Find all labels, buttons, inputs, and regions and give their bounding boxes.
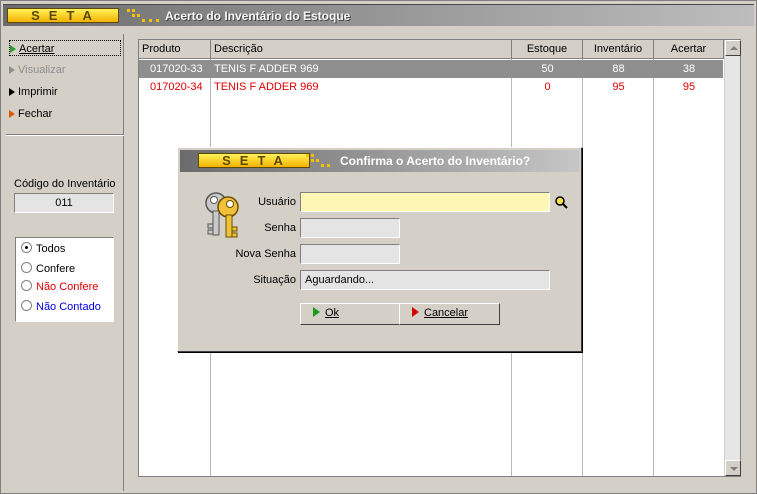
cancel-button-label: Cancelar — [424, 307, 469, 319]
menu-visualizar[interactable]: Visualizar — [9, 62, 121, 78]
inventory-code-label: Código do Inventário — [14, 178, 116, 190]
filter-nao-contado-label: Não Contado — [36, 301, 101, 313]
menu-fechar-label: Fechar — [18, 108, 53, 120]
menu-acertar[interactable]: Acertar — [9, 40, 121, 56]
inventory-code-field: 011 — [14, 193, 114, 213]
cell-acertar: 38 — [682, 63, 696, 75]
dialog-title: Confirma o Acerto do Inventário? — [340, 154, 531, 168]
situacao-label: Situação — [253, 274, 296, 286]
arrow-up-icon — [730, 46, 738, 50]
orange-triangle-icon — [9, 110, 15, 118]
seta-logo: SETA — [198, 153, 310, 168]
seta-logo: SETA — [7, 8, 119, 23]
filter-nao-contado[interactable]: Não Contado — [21, 299, 101, 315]
ok-button[interactable]: Ok — [300, 303, 400, 325]
cell-produto: 017020-33 — [150, 63, 203, 75]
column-header-acertar[interactable]: Acertar — [654, 40, 724, 59]
confirm-dialog: SETA Confirma o Acerto do Inventário? Us… — [177, 147, 582, 352]
sidebar: Acertar Visualizar Imprimir Fechar Códig… — [3, 34, 124, 491]
main-window: SETA Acerto do Inventário do Estoque Ace… — [0, 0, 757, 494]
radio-icon — [21, 280, 32, 291]
senha-label: Senha — [264, 222, 296, 234]
menu-visualizar-label: Visualizar — [18, 64, 66, 76]
scroll-down-button[interactable] — [725, 460, 741, 476]
cancel-button[interactable]: Cancelar — [399, 303, 500, 325]
cell-inventario: 88 — [612, 63, 625, 75]
column-header-descricao[interactable]: Descrição — [211, 40, 512, 59]
menu-acertar-label: Acertar — [19, 43, 55, 55]
green-triangle-icon — [313, 307, 320, 317]
filter-todos[interactable]: Todos — [21, 241, 65, 257]
senha-input[interactable] — [300, 218, 400, 238]
cell-descricao[interactable]: TENIS F ADDER 969 — [211, 78, 511, 96]
usuario-input[interactable] — [300, 192, 550, 212]
green-triangle-icon — [10, 45, 16, 53]
column-divider — [653, 40, 654, 476]
menu-fechar[interactable]: Fechar — [9, 106, 121, 122]
ok-button-label: Ok — [325, 307, 340, 319]
black-triangle-icon — [9, 88, 15, 96]
column-divider — [582, 40, 583, 476]
sidebar-divider — [6, 134, 124, 136]
radio-selected-icon — [21, 242, 32, 253]
cell-descricao: TENIS F ADDER 969 — [214, 63, 319, 75]
nova-senha-label: Nova Senha — [235, 248, 296, 260]
nova-senha-input[interactable] — [300, 244, 400, 264]
scroll-up-button[interactable] — [725, 40, 741, 56]
cell-estoque: 50 — [541, 63, 554, 75]
arrow-down-icon — [730, 467, 738, 471]
filter-todos-label: Todos — [36, 243, 66, 255]
vertical-scrollbar[interactable] — [724, 40, 741, 476]
radio-icon — [21, 300, 32, 311]
cell-inventario[interactable]: 95 — [583, 78, 654, 96]
filter-confere[interactable]: Confere — [21, 261, 75, 277]
cell-estoque[interactable]: 0 — [512, 78, 583, 96]
filter-radio-group: Todos Confere Não Confere Não Contado — [15, 237, 114, 322]
usuario-label: Usuário — [258, 196, 296, 208]
cell-acertar[interactable]: 95 — [654, 78, 724, 96]
column-header-produto[interactable]: Produto — [139, 40, 211, 59]
cell-produto[interactable]: 017020-34 — [147, 78, 211, 96]
column-header-inventario[interactable]: Inventário — [583, 40, 654, 59]
gray-triangle-icon — [9, 66, 15, 74]
red-triangle-icon — [412, 307, 419, 317]
radio-icon — [21, 262, 32, 273]
filter-nao-confere[interactable]: Não Confere — [21, 279, 98, 295]
menu-imprimir-label: Imprimir — [18, 86, 58, 98]
filter-confere-label: Confere — [36, 263, 76, 275]
title-bar: SETA Acerto do Inventário do Estoque — [3, 4, 754, 26]
filter-nao-confere-label: Não Confere — [36, 281, 99, 293]
dialog-title-bar: SETA Confirma o Acerto do Inventário? — [180, 150, 579, 172]
situacao-field: Aguardando... — [300, 270, 550, 290]
column-header-estoque[interactable]: Estoque — [512, 40, 583, 59]
window-title: Acerto do Inventário do Estoque — [165, 9, 351, 23]
menu-imprimir[interactable]: Imprimir — [9, 84, 121, 100]
search-icon[interactable] — [554, 195, 568, 209]
